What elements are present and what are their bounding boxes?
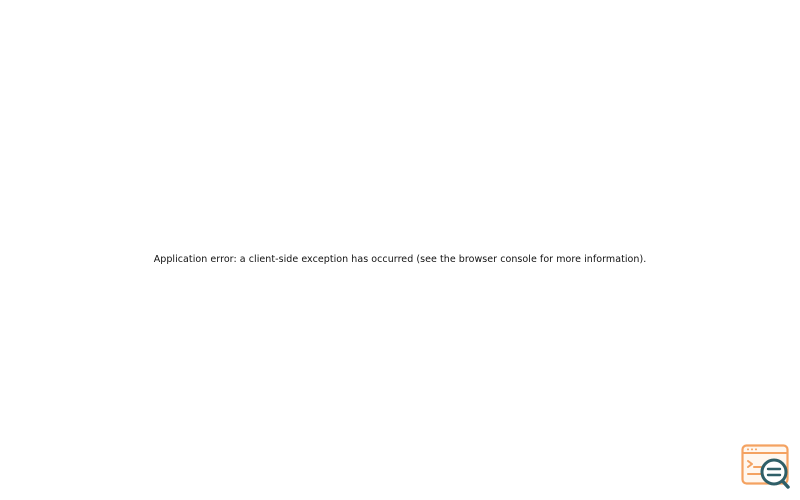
error-message: Application error: a client-side excepti… [153, 253, 647, 265]
window-dot-icon [747, 448, 749, 451]
debug-tool-button[interactable] [741, 444, 791, 490]
window-dot-icon [755, 448, 757, 451]
console-search-icon [741, 444, 790, 489]
error-page: Application error: a client-side excepti… [0, 0, 800, 500]
window-dot-icon [751, 448, 753, 451]
